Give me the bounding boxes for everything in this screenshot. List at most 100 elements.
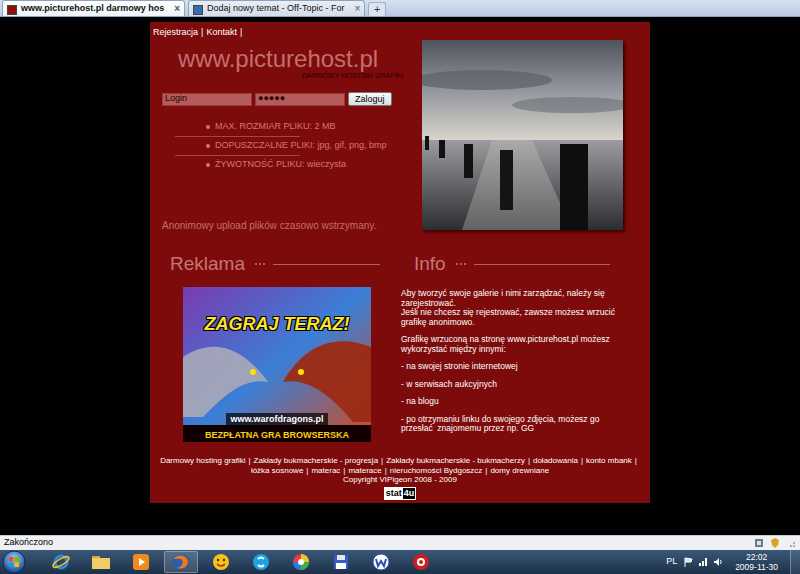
taskbar-app[interactable] [84, 551, 118, 573]
footer-link[interactable]: Zakłady bukmacherskie - bukmacherzy [386, 456, 525, 465]
volume-icon [713, 557, 723, 567]
dot [263, 263, 265, 265]
shield-icon[interactable] [770, 538, 780, 548]
footer-link[interactable]: materace [348, 466, 381, 475]
heading-dots [456, 263, 466, 265]
content-sections: Reklama ZAGRAJ TERAZ!www.warofdragons.plB… [150, 253, 650, 442]
clock[interactable]: 22:022009-11-30 [729, 552, 784, 572]
feature-text: MAX. ROZMIAR PLIKU: 2 MB [215, 120, 336, 134]
feature-item: ŻYWOTNOŚĆ PLIKU: wieczysta [162, 156, 422, 174]
page-favicon-icon [7, 4, 17, 14]
header-left: www.picturehost.plDARMOWY HOSTING GRAFIK… [150, 40, 422, 233]
clock-date: 2009-11-30 [735, 562, 778, 572]
taskbar: PL 22:022009-11-30 [0, 550, 800, 574]
ad-banner[interactable]: ZAGRAJ TERAZ!www.warofdragons.plBEZPŁATN… [183, 287, 371, 442]
info-line: Jeśli nie chcesz się rejestrować, zawsze… [401, 308, 616, 327]
section-title: Reklama [170, 253, 245, 275]
footer-link[interactable]: nieruchomości Bydgoszcz [390, 466, 482, 475]
taskbar-app[interactable] [244, 551, 278, 573]
taskbar-app[interactable] [164, 551, 198, 573]
info-paragraph: Aby tworzyć swoje galerie i nimi zarządz… [401, 289, 616, 327]
browser-tab[interactable]: Dodaj nowy temat - Off-Topic - For× [188, 0, 365, 16]
site-subtitle: DARMOWY HOSTING GRAFIKI [162, 72, 422, 80]
page-viewport: Rejestracja|Kontakt|www.picturehost.plDA… [0, 17, 800, 535]
feature-list: MAX. ROZMIAR PLIKU: 2 MB DOPUSZCZALNE PLI… [162, 118, 422, 174]
footer-separator: | [635, 456, 637, 465]
dot [460, 263, 462, 265]
info-paragraph: - po otrzymaniu linku do swojego zdjęcia… [401, 415, 616, 434]
info-line: Aby tworzyć swoje galerie i nimi zarządz… [401, 289, 616, 308]
nav-link[interactable]: Kontakt [206, 27, 237, 37]
info-line: - po otrzymaniu linku do swojego zdjęcia… [401, 415, 616, 434]
footer-link[interactable]: łóżka sosnowe [251, 466, 303, 475]
page-panel: Rejestracja|Kontakt|www.picturehost.plDA… [150, 22, 650, 503]
feature-divider [175, 136, 300, 137]
info-paragraph: - na blogu [401, 397, 616, 407]
counter-part: 4u [403, 488, 416, 499]
taskbar-app[interactable] [364, 551, 398, 573]
new-tab-button[interactable]: + [368, 2, 386, 16]
login-field[interactable] [162, 93, 252, 106]
start-orb-icon[interactable] [2, 550, 26, 574]
heading-line [474, 264, 610, 265]
password-field[interactable] [255, 93, 345, 106]
footer-link[interactable]: Darmowy hosting grafiki [160, 456, 245, 465]
section-heading: Reklama [150, 253, 400, 275]
heading-dots [255, 263, 265, 265]
top-nav: Rejestracja|Kontakt| [150, 26, 650, 38]
taskbar-app[interactable] [404, 551, 438, 573]
footer-link[interactable]: doładowania [533, 456, 578, 465]
header-photo [422, 40, 623, 230]
close-tab-button[interactable]: × [174, 4, 180, 14]
resize-grip-icon[interactable] [786, 538, 796, 548]
show-desktop-button[interactable] [790, 550, 800, 574]
bullet-icon [206, 125, 210, 129]
media-player-icon [132, 553, 150, 571]
system-tray: PL 22:022009-11-30 [666, 550, 800, 574]
feature-item: MAX. ROZMIAR PLIKU: 2 MB [162, 118, 422, 136]
addon-icon[interactable] [754, 538, 764, 548]
writer-icon [372, 553, 390, 571]
footer-separator: | [306, 466, 308, 475]
internet-explorer-icon [52, 553, 70, 571]
status-icons [754, 538, 796, 548]
status-text: Zakończono [4, 536, 53, 550]
page-footer: Darmowy hosting grafiki|Zakłady bukmache… [150, 456, 650, 500]
login-button[interactable]: Zaloguj [348, 92, 392, 106]
feature-text: ŻYWOTNOŚĆ PLIKU: wieczysta [215, 158, 346, 172]
footer-link[interactable]: materac [311, 466, 340, 475]
language-indicator[interactable]: PL [666, 555, 677, 569]
messenger-icon [212, 553, 230, 571]
heading-line [273, 264, 380, 265]
info-line: - w serwisach aukcyjnych [401, 380, 616, 390]
close-tab-button[interactable]: × [354, 4, 360, 14]
feature-item: DOPUSZCZALNE PLIKI: jpg, gif, png, bmp [162, 137, 422, 155]
footer-separator: | [485, 466, 487, 475]
footer-link[interactable]: konto mbank [586, 456, 632, 465]
taskbar-app[interactable] [284, 551, 318, 573]
footer-separator: | [528, 456, 530, 465]
stat-counter[interactable]: stat4u [384, 487, 417, 500]
nav-link[interactable]: Rejestracja [153, 27, 198, 37]
ad-url: www.warofdragons.pl [226, 413, 327, 427]
footer-link[interactable]: Zakłady bukmacherskie - progresja [254, 456, 379, 465]
dot [464, 263, 466, 265]
taskbar-app[interactable] [324, 551, 358, 573]
header-area: www.picturehost.plDARMOWY HOSTING GRAFIK… [150, 40, 650, 233]
picasa-icon [292, 553, 310, 571]
taskbar-app[interactable] [124, 551, 158, 573]
taskbar-app[interactable] [44, 551, 78, 573]
info-paragraph: - na swojej stronie internetowej [401, 362, 616, 372]
footer-link[interactable]: domy drewniane [490, 466, 549, 475]
network-icon [698, 557, 708, 567]
site-logo[interactable]: www.picturehost.pl [162, 46, 422, 72]
firefox-icon [172, 553, 190, 571]
browser-tab[interactable]: www.picturehost.pl darmowy hos × [2, 0, 185, 16]
taskbar-app[interactable] [204, 551, 238, 573]
nav-separator: | [201, 27, 203, 37]
footer-separator: | [581, 456, 583, 465]
tab-label: www.picturehost.pl darmowy hos [21, 2, 164, 16]
footer-separator: | [343, 466, 345, 475]
info-paragraph: Grafikę wrzuconą na stronę www.pictureho… [401, 335, 616, 354]
info-line: - na blogu [401, 397, 616, 407]
